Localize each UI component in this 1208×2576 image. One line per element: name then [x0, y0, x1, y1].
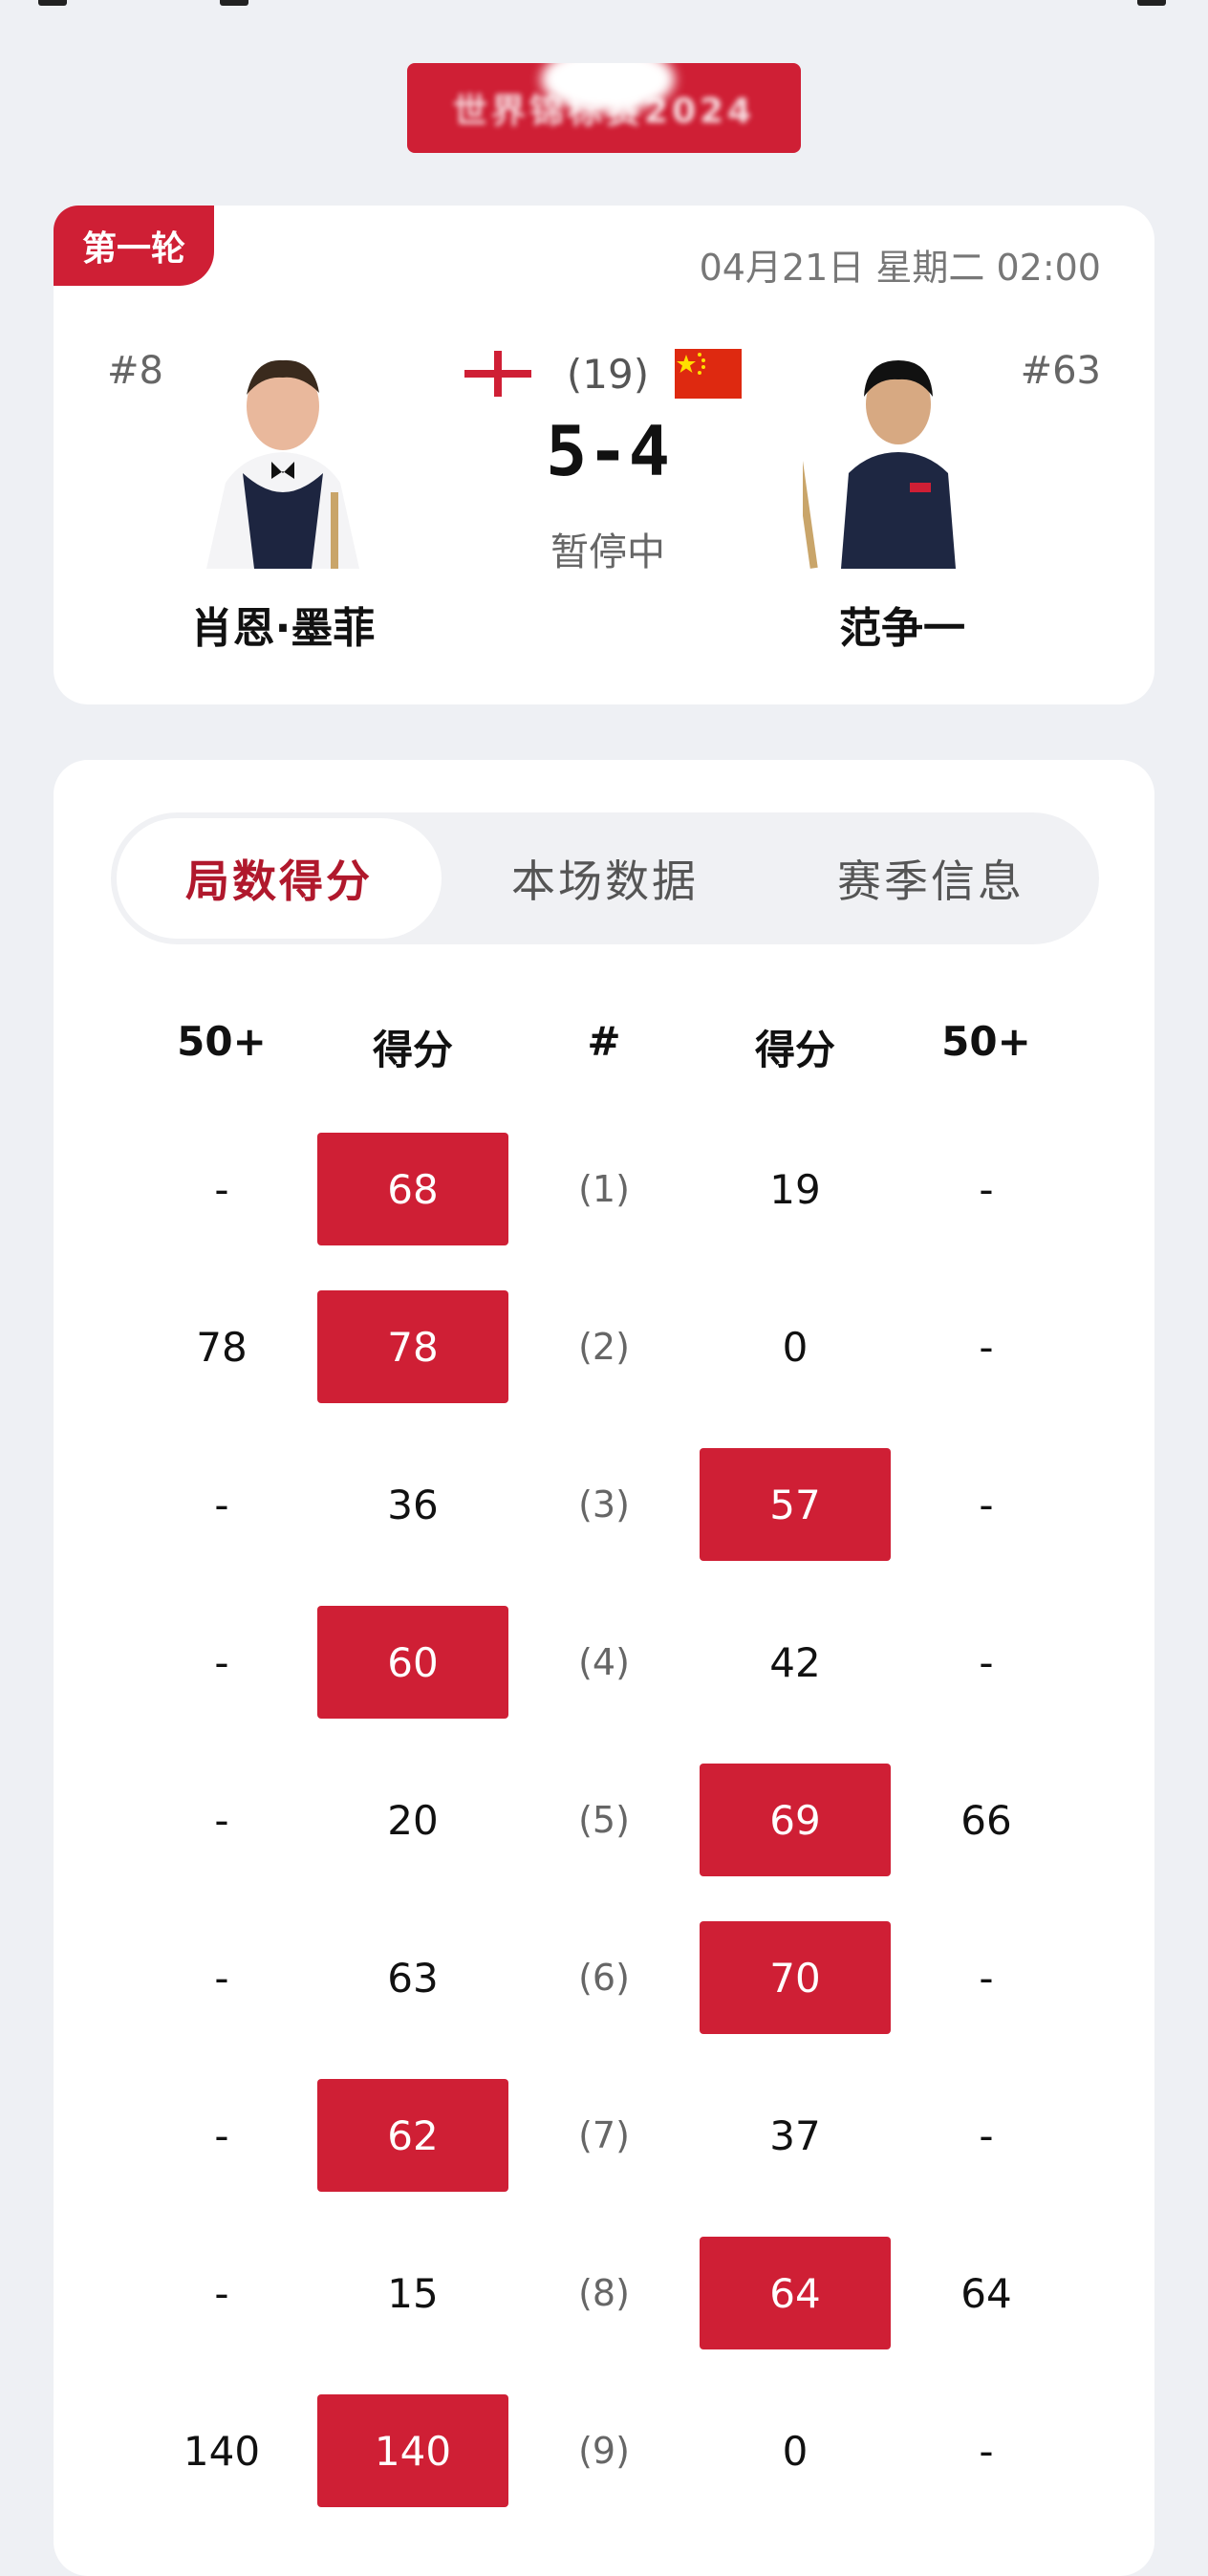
p1-score-cell: 60	[317, 1606, 508, 1719]
p1-break-cell: -	[214, 1481, 229, 1528]
frame-number: (1)	[578, 1168, 630, 1210]
p2-score-cell: 69	[700, 1764, 891, 1876]
player1-name[interactable]: 肖恩·墨菲	[140, 594, 426, 655]
p2-break-cell: -	[979, 1638, 994, 1686]
p1-break-cell: -	[214, 1796, 229, 1844]
p1-break-cell: -	[214, 1954, 229, 2002]
p1-score-cell: 15	[387, 2269, 439, 2317]
p2-break-cell: 64	[960, 2269, 1012, 2317]
header-p2-score: 得分	[754, 1027, 835, 1073]
match-header-card: 第一轮 04月21日 星期二 02:00 #8 #63 (19) 5-4 暂停中…	[54, 206, 1154, 704]
p1-score-cell: 63	[387, 1954, 439, 2002]
frame-number: (4)	[578, 1641, 630, 1683]
header-p1-score: 得分	[372, 1027, 453, 1073]
p2-score-cell: 70	[700, 1921, 891, 2034]
match-score: 5-4	[545, 411, 671, 491]
p2-score-cell: 37	[769, 2111, 821, 2159]
p1-score-cell: 62	[317, 2079, 508, 2192]
p2-break-cell: -	[979, 1954, 994, 2002]
p1-break-cell: -	[214, 1638, 229, 1686]
frame-number: (2)	[578, 1326, 630, 1368]
p2-break-cell: -	[979, 2427, 994, 2475]
p1-score-cell: 78	[317, 1290, 508, 1403]
frame-number: (3)	[578, 1483, 630, 1526]
match-time: 04月21日 星期二 02:00	[699, 247, 1101, 289]
frame-number: (6)	[578, 1957, 630, 1999]
player1-avatar[interactable]	[187, 339, 378, 569]
player2-rank: #63	[1020, 349, 1101, 393]
status-fragment	[38, 0, 67, 6]
p1-score-cell: 36	[387, 1481, 439, 1528]
england-flag-icon	[464, 351, 531, 397]
status-fragment	[1137, 0, 1166, 6]
p1-break-cell: 78	[196, 1323, 248, 1371]
frame-number: (5)	[578, 1799, 630, 1841]
event-banner[interactable]: 世界锦标赛2024	[407, 63, 801, 153]
event-banner-title: 世界锦标赛2024	[452, 92, 756, 131]
player2-avatar[interactable]	[803, 339, 994, 569]
china-flag-icon	[675, 349, 742, 399]
p2-score-cell: 0	[782, 1323, 809, 1371]
p1-break-cell: -	[214, 1165, 229, 1213]
p2-score-cell: 57	[700, 1448, 891, 1561]
frame-number: (7)	[578, 2114, 630, 2156]
tab-frame-scores[interactable]: 局数得分	[117, 818, 442, 939]
p2-break-cell: -	[979, 1481, 994, 1528]
player2-name[interactable]: 范争一	[759, 594, 1046, 655]
round-badge: 第一轮	[54, 206, 214, 286]
frame-number: (9)	[578, 2430, 630, 2472]
tab-bar: 局数得分 本场数据 赛季信息	[111, 812, 1099, 944]
p1-score-cell: 20	[387, 1796, 439, 1844]
status-fragment	[220, 0, 248, 6]
player1-rank: #8	[107, 349, 163, 393]
p2-break-cell: -	[979, 2111, 994, 2159]
status-bar-fragment	[0, 0, 1208, 21]
p2-score-cell: 64	[700, 2237, 891, 2349]
p2-score-cell: 42	[769, 1638, 821, 1686]
p1-break-cell: -	[214, 2269, 229, 2317]
header-frame-number: #	[587, 1018, 621, 1065]
p2-score-cell: 19	[769, 1165, 821, 1213]
match-status: 暂停中	[550, 530, 665, 574]
best-of-frames: (19)	[566, 351, 650, 398]
p1-score-cell: 140	[317, 2394, 508, 2507]
p2-break-cell: -	[979, 1165, 994, 1213]
p1-score-cell: 68	[317, 1133, 508, 1245]
p1-break-cell: 140	[183, 2427, 261, 2475]
tab-season-info[interactable]: 赛季信息	[768, 818, 1093, 939]
p2-break-cell: -	[979, 1323, 994, 1371]
header-p1-breaks: 50+	[177, 1018, 267, 1065]
p1-break-cell: -	[214, 2111, 229, 2159]
p2-score-cell: 0	[782, 2427, 809, 2475]
p2-break-cell: 66	[960, 1796, 1012, 1844]
header-p2-breaks: 50+	[941, 1018, 1031, 1065]
tab-match-stats[interactable]: 本场数据	[442, 818, 767, 939]
stats-card: 局数得分 本场数据 赛季信息 50+ 得分 # 得分 50+ - 68 (1) 19 -…	[54, 760, 1154, 2576]
frame-number: (8)	[578, 2272, 630, 2314]
